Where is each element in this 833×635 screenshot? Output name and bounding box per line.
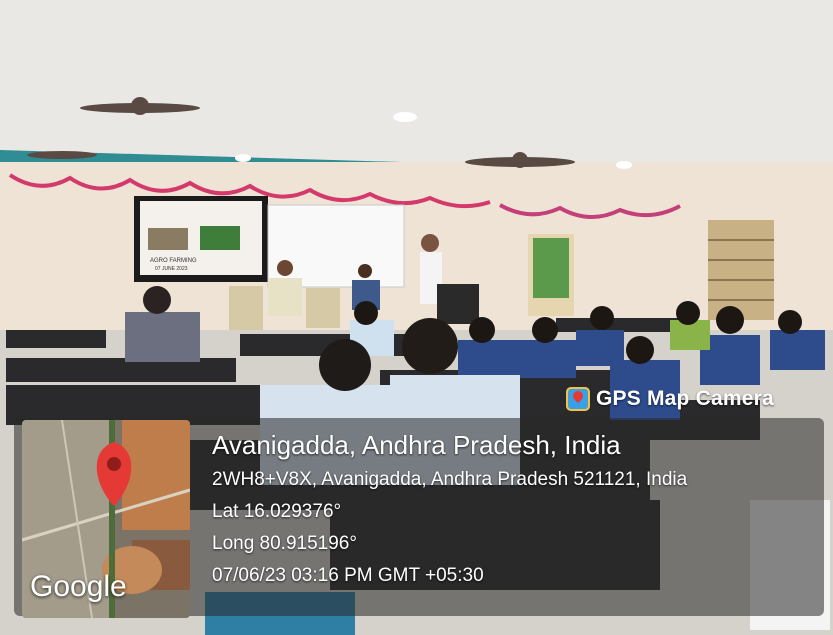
latitude-text: Lat 16.029376° [212, 501, 342, 522]
gps-badge: GPS Map Camera [566, 384, 774, 414]
address-text: 2WH8+V8X, Avanigadda, Andhra Pradesh 521… [212, 469, 688, 490]
map-thumbnail: Google [22, 420, 190, 618]
place-name: Avanigadda, Andhra Pradesh, India [212, 430, 621, 460]
screen-date: 07 JUNE 2023 [155, 266, 188, 272]
location-overlay: Google Avanigadda, Andhra Pradesh, India… [14, 418, 824, 618]
longitude-text: Long 80.915196° [212, 533, 357, 554]
gps-map-camera-icon [566, 387, 590, 411]
screen-title: AGRO FARMING [150, 258, 197, 264]
location-info: Avanigadda, Andhra Pradesh, India 2WH8+V… [212, 426, 687, 592]
google-logo: Google [30, 570, 127, 603]
gps-badge-label: GPS Map Camera [596, 387, 774, 410]
datetime-text: 07/06/23 03:16 PM GMT +05:30 [212, 565, 484, 586]
